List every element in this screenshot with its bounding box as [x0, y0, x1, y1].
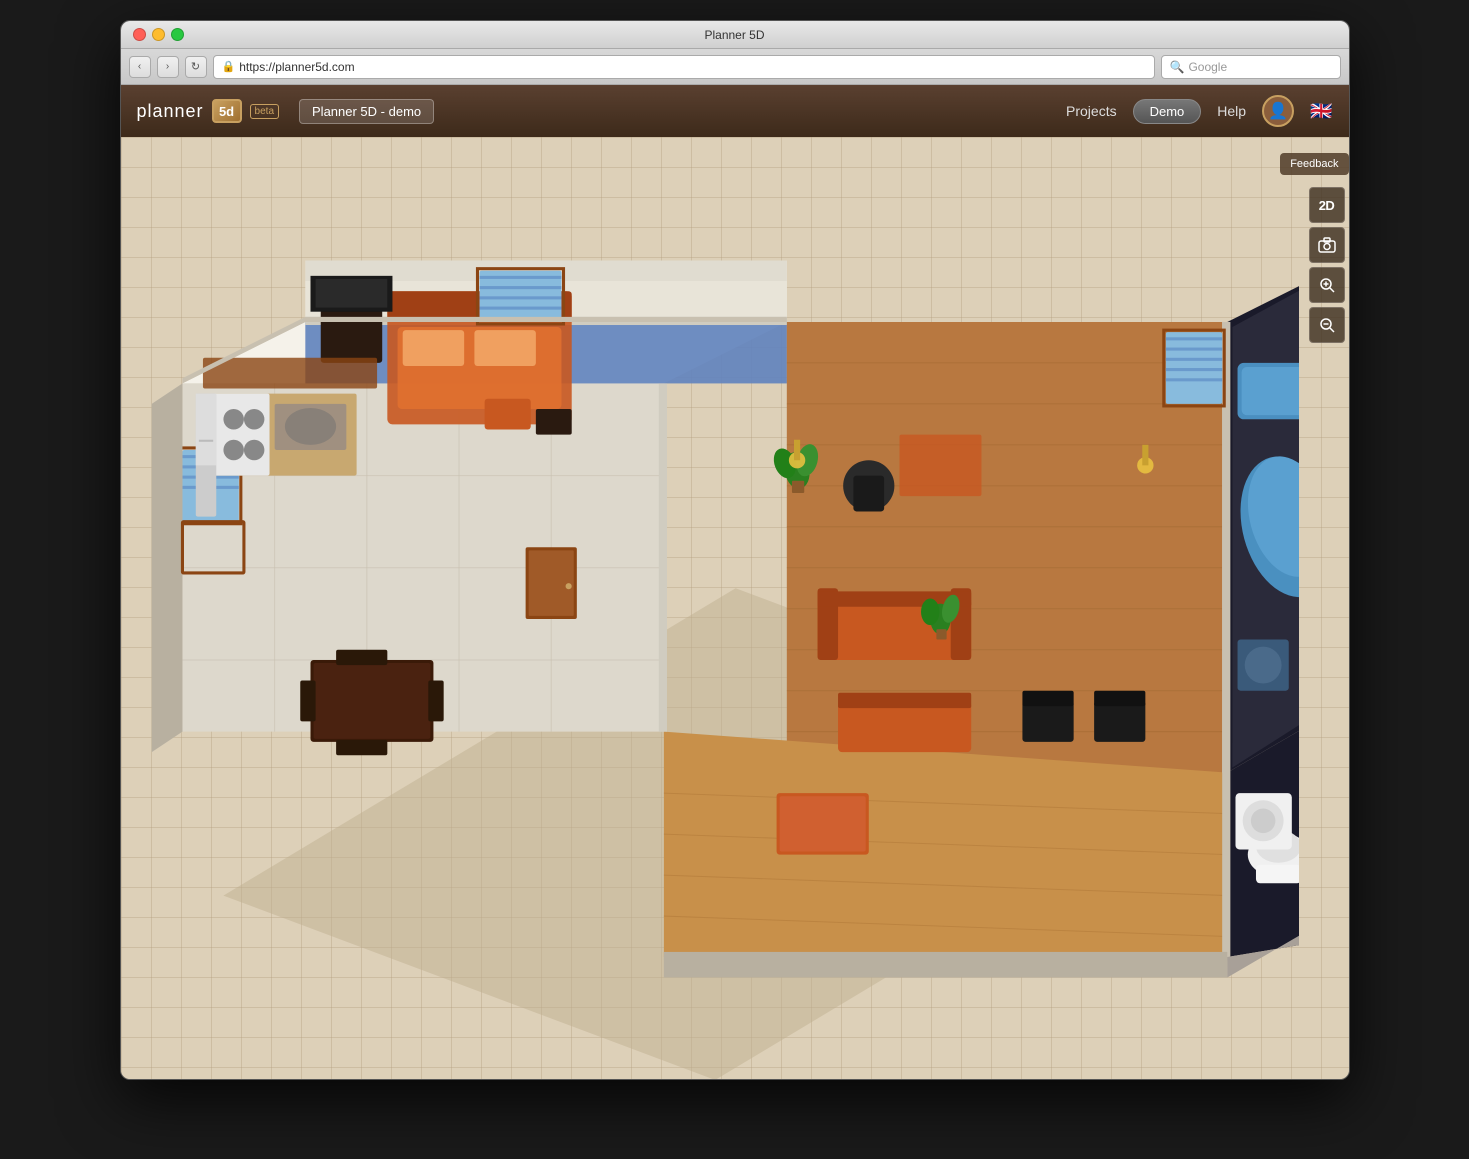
camera-button[interactable]: [1309, 227, 1345, 263]
forward-button[interactable]: ›: [157, 56, 179, 78]
app-header: planner 5d beta Planner 5D - demo Projec…: [121, 85, 1349, 137]
refresh-button[interactable]: ↻: [185, 56, 207, 78]
search-bar[interactable]: 🔍 Google: [1161, 55, 1341, 79]
view-2d-button[interactable]: 2D: [1309, 187, 1345, 223]
lock-icon: 🔒: [222, 60, 236, 73]
minimize-button[interactable]: [152, 28, 165, 41]
logo-5d: 5d: [212, 99, 242, 123]
window-title: Planner 5D: [704, 28, 764, 42]
help-link[interactable]: Help: [1217, 103, 1246, 119]
logo-text: planner: [137, 101, 204, 122]
header-nav: Projects Demo Help 👤 🇬🇧: [1066, 95, 1332, 127]
avatar[interactable]: 👤: [1262, 95, 1294, 127]
mac-window: Planner 5D ‹ › ↻ 🔒 https://planner5d.com…: [120, 20, 1350, 1080]
logo-area: planner 5d beta: [137, 99, 280, 123]
maximize-button[interactable]: [171, 28, 184, 41]
zoom-out-button[interactable]: [1309, 307, 1345, 343]
demo-button[interactable]: Demo: [1133, 99, 1202, 124]
browser-bar: ‹ › ↻ 🔒 https://planner5d.com 🔍 Google: [121, 49, 1349, 85]
zoom-in-button[interactable]: [1309, 267, 1345, 303]
beta-badge: beta: [250, 104, 279, 119]
flag-icon[interactable]: 🇬🇧: [1310, 101, 1332, 122]
title-bar: Planner 5D: [121, 21, 1349, 49]
main-area: Feedback 2D: [121, 137, 1349, 1080]
feedback-button[interactable]: Feedback: [1280, 153, 1348, 175]
window-controls: [133, 28, 184, 41]
url-text: https://planner5d.com: [239, 60, 354, 74]
close-button[interactable]: [133, 28, 146, 41]
url-bar[interactable]: 🔒 https://planner5d.com: [213, 55, 1155, 79]
back-button[interactable]: ‹: [129, 56, 151, 78]
house-3d-view[interactable]: [121, 157, 1299, 1080]
search-icon: 🔍: [1170, 60, 1185, 74]
project-name[interactable]: Planner 5D - demo: [299, 99, 434, 124]
right-toolbar: 2D: [1309, 187, 1345, 343]
projects-link[interactable]: Projects: [1066, 103, 1117, 119]
search-placeholder: Google: [1188, 60, 1227, 74]
